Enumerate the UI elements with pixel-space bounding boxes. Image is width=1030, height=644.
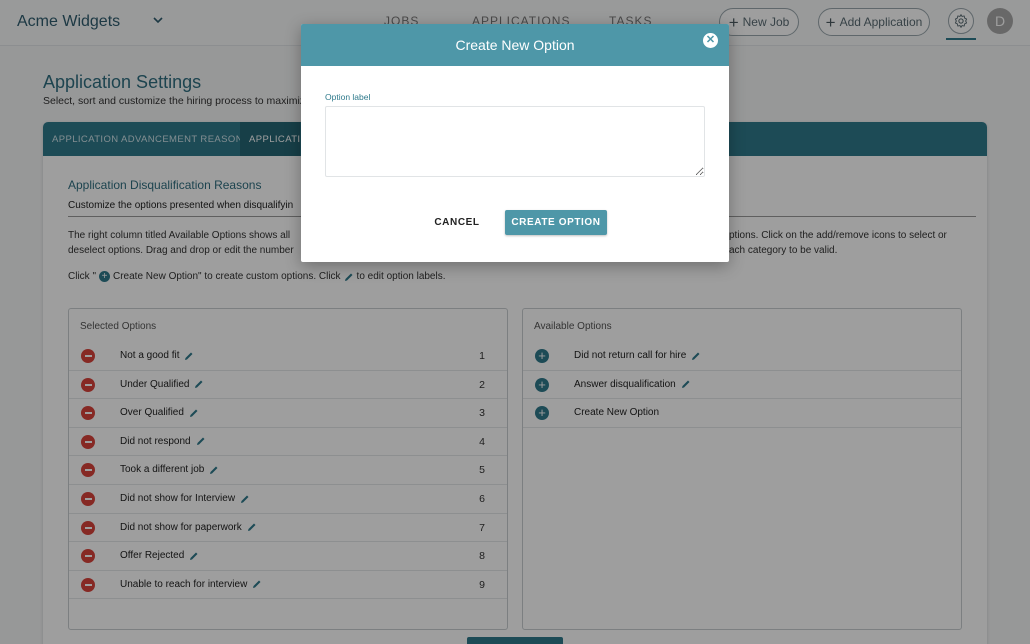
dialog-header: Create New Option ✕ [301,24,729,66]
create-option-dialog: Create New Option ✕ Option label CANCEL … [301,24,729,262]
dialog-title: Create New Option [455,37,575,53]
create-option-button[interactable]: CREATE OPTION [505,210,607,235]
cancel-button[interactable]: CANCEL [427,210,487,234]
close-icon[interactable]: ✕ [703,33,718,48]
option-label-input[interactable] [325,106,705,177]
option-label-caption: Option label [325,92,371,102]
